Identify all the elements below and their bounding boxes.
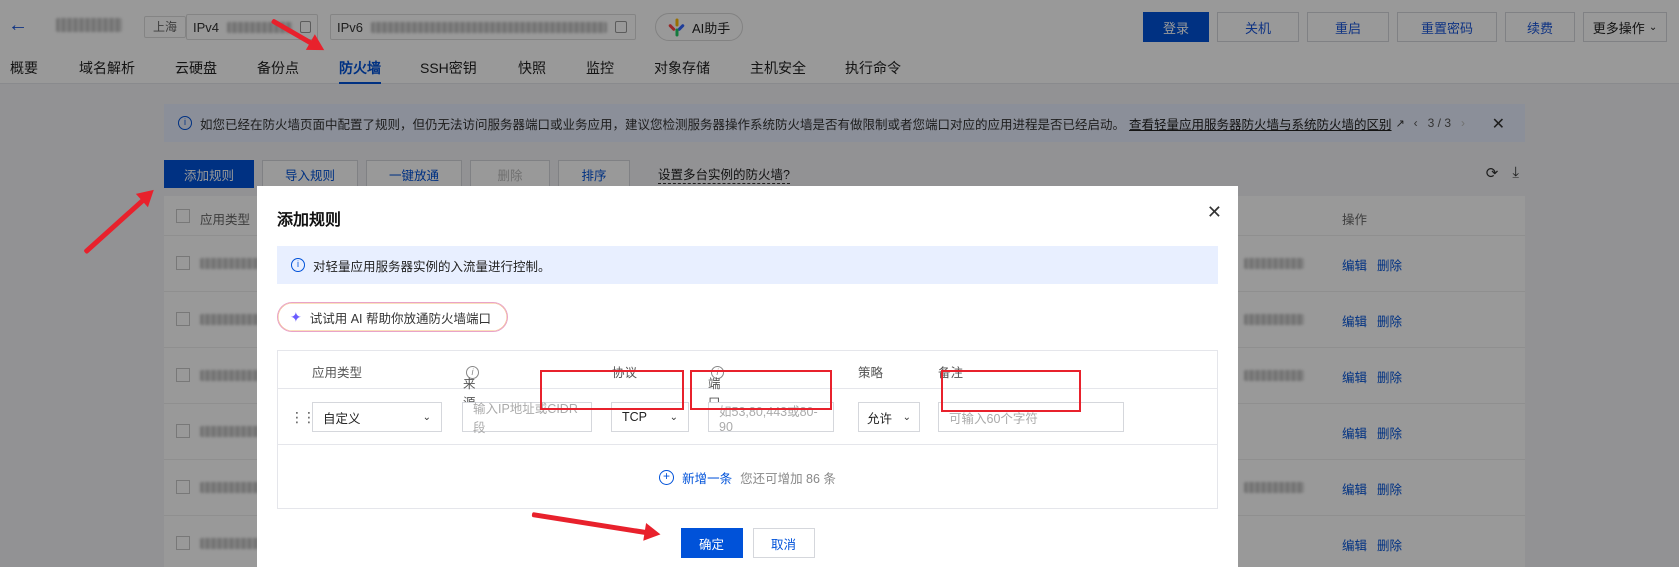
chevron-down-icon: ⌄ <box>422 411 431 423</box>
ai-help-label: 试试用 AI 帮助你放通防火墙端口 <box>309 311 491 326</box>
highlight-port <box>941 370 1081 412</box>
dialog-tip-text: 对轻量应用服务器实例的入流量进行控制。 <box>313 259 551 274</box>
confirm-button[interactable]: 确定 <box>680 528 743 558</box>
remaining-count: 您还可增加 86 条 <box>740 471 836 486</box>
cancel-button[interactable]: 取消 <box>752 528 815 558</box>
protocol-value: TCP <box>622 410 647 424</box>
app-type-value: 自定义 <box>323 411 361 426</box>
drag-handle-icon[interactable]: ⋮⋮ <box>290 409 316 426</box>
policy-value: 允许 <box>867 411 893 426</box>
chevron-down-icon: ⌄ <box>669 411 678 423</box>
highlight-app-type <box>540 370 684 410</box>
ai-help-button[interactable]: ✦ 试试用 AI 帮助你放通防火墙端口 <box>277 302 508 332</box>
highlight-source <box>690 370 832 410</box>
add-rule-row: + 新增一条 您还可增加 86 条 <box>278 445 1217 509</box>
col-policy: 策略 <box>858 366 884 380</box>
info-icon: i <box>291 258 305 272</box>
dialog-footer: 确定 取消 <box>257 528 1238 558</box>
add-rule-dialog: 添加规则 ✕ i 对轻量应用服务器实例的入流量进行控制。 ✦ 试试用 AI 帮助… <box>257 186 1238 567</box>
dialog-title: 添加规则 <box>277 212 342 229</box>
app-type-select[interactable]: 自定义 ⌄ <box>312 402 442 432</box>
chevron-down-icon: ⌄ <box>902 411 911 423</box>
policy-select[interactable]: 允许 ⌄ <box>858 402 920 432</box>
dialog-tip: i 对轻量应用服务器实例的入流量进行控制。 <box>277 246 1218 284</box>
col-app-type: 应用类型 <box>312 366 363 380</box>
sparkle-icon: ✦ <box>290 308 302 325</box>
add-new-link[interactable]: 新增一条 <box>682 468 732 487</box>
add-circle-icon[interactable]: + <box>659 469 675 485</box>
close-icon[interactable]: ✕ <box>1207 202 1222 223</box>
col-source: 来源i <box>463 362 479 410</box>
